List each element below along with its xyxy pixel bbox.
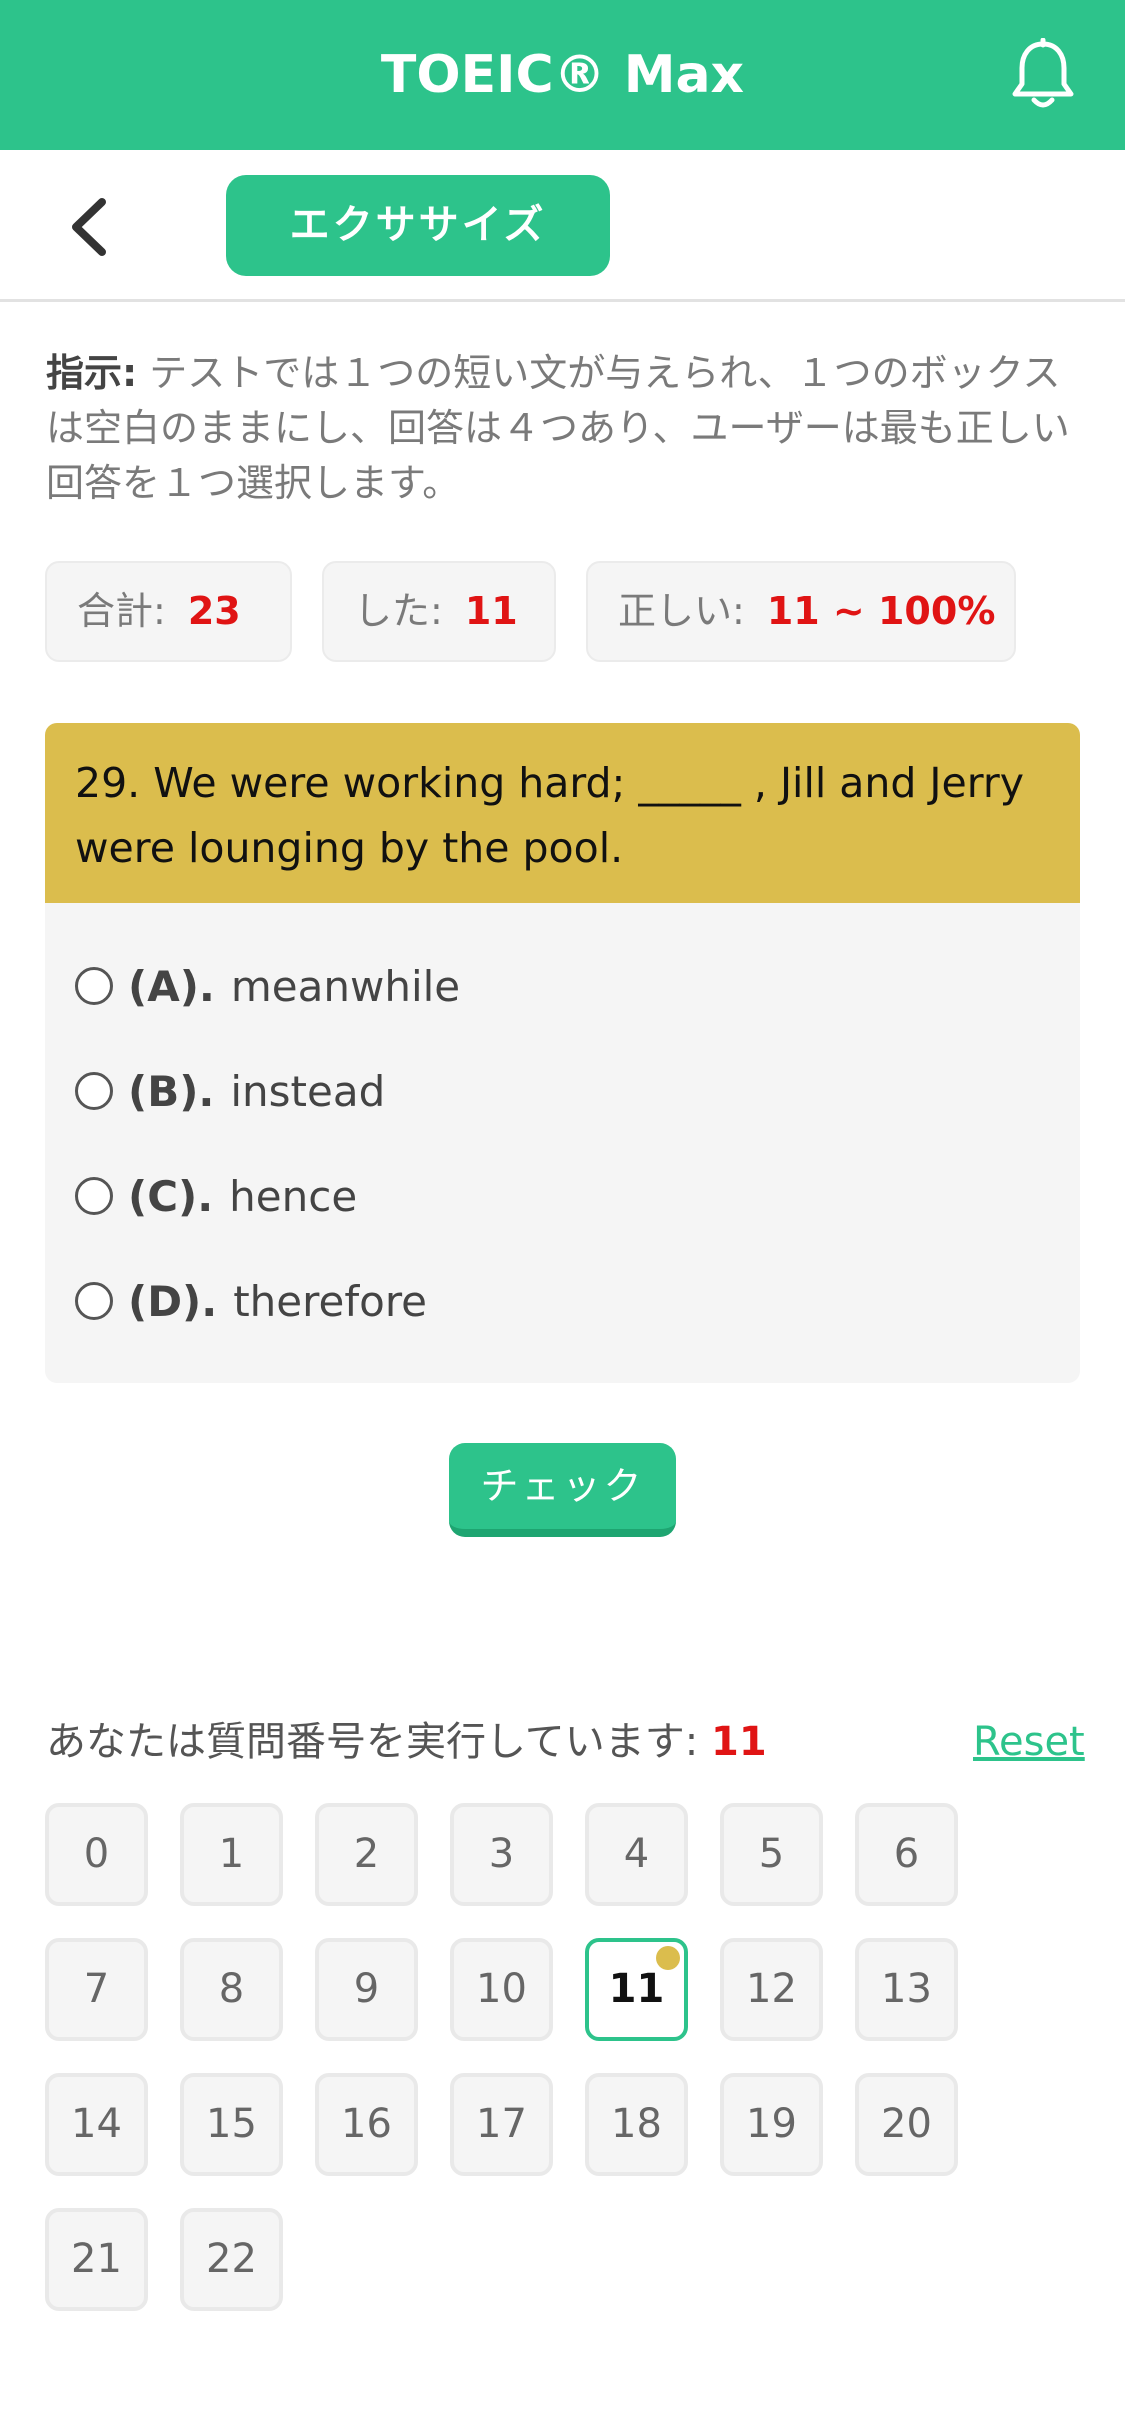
option-b[interactable]: (B). instead [75,1056,385,1126]
radio-button[interactable] [75,1282,113,1320]
bell-icon[interactable] [1008,38,1078,112]
question-number-10[interactable]: 10 [450,1938,553,2041]
instruction-body: テストでは１つの短い文が与えられ、１つのボックスは空白のままにし、回答は４つあり… [46,351,1070,505]
stat-done: した: 11 [322,561,556,662]
question-card: 29. We were working hard; _____ , Jill a… [45,723,1080,1383]
option-c[interactable]: (C). hence [75,1161,357,1231]
current-question-number: 11 [711,1719,767,1765]
tab-exercise[interactable]: エクササイズ [226,175,610,276]
sub-header: エクササイズ [0,150,1125,302]
question-number-20[interactable]: 20 [855,2073,958,2176]
question-number-8[interactable]: 8 [180,1938,283,2041]
question-number-17[interactable]: 17 [450,2073,553,2176]
question-number-9[interactable]: 9 [315,1938,418,2041]
app-title: TOEIC® Max [380,45,745,105]
question-number-0[interactable]: 0 [45,1803,148,1906]
question-number-12[interactable]: 12 [720,1938,823,2041]
option-d[interactable]: (D). therefore [75,1266,427,1336]
question-number-3[interactable]: 3 [450,1803,553,1906]
question-number-1[interactable]: 1 [180,1803,283,1906]
radio-button[interactable] [75,1177,113,1215]
question-number-13[interactable]: 13 [855,1938,958,2041]
question-number-19[interactable]: 19 [720,2073,823,2176]
question-number-2[interactable]: 2 [315,1803,418,1906]
question-number-18[interactable]: 18 [585,2073,688,2176]
question-number-15[interactable]: 15 [180,2073,283,2176]
stat-correct: 正しい: 11 ~ 100% [586,561,1016,662]
app-bar: TOEIC® Max [0,0,1125,150]
radio-button[interactable] [75,1072,113,1110]
current-marker-dot [656,1946,680,1970]
stat-done-value: 11 [464,589,518,633]
stat-correct-value: 11 ~ 100% [766,589,996,633]
question-number-6[interactable]: 6 [855,1803,958,1906]
option-a[interactable]: (A). meanwhile [75,951,460,1021]
question-number-4[interactable]: 4 [585,1803,688,1906]
current-question-label: あなたは質問番号を実行しています: 11 [46,1719,767,1765]
check-button[interactable]: チェック [449,1443,676,1537]
question-text: 29. We were working hard; _____ , Jill a… [45,723,1080,903]
instruction-label: 指示: [46,351,138,395]
instruction-text: 指示: テストでは１つの短い文が与えられ、１つのボックスは空白のままにし、回答は… [46,346,1076,511]
back-arrow-icon[interactable] [62,194,116,260]
question-number-16[interactable]: 16 [315,2073,418,2176]
question-number-21[interactable]: 21 [45,2208,148,2311]
stat-total-value: 23 [187,589,241,633]
question-number-22[interactable]: 22 [180,2208,283,2311]
radio-button[interactable] [75,967,113,1005]
question-number-7[interactable]: 7 [45,1938,148,2041]
question-number-11[interactable]: 11 [585,1938,688,2041]
question-number-5[interactable]: 5 [720,1803,823,1906]
reset-link[interactable]: Reset [973,1712,1085,1772]
question-number-14[interactable]: 14 [45,2073,148,2176]
stat-total: 合計: 23 [45,561,292,662]
